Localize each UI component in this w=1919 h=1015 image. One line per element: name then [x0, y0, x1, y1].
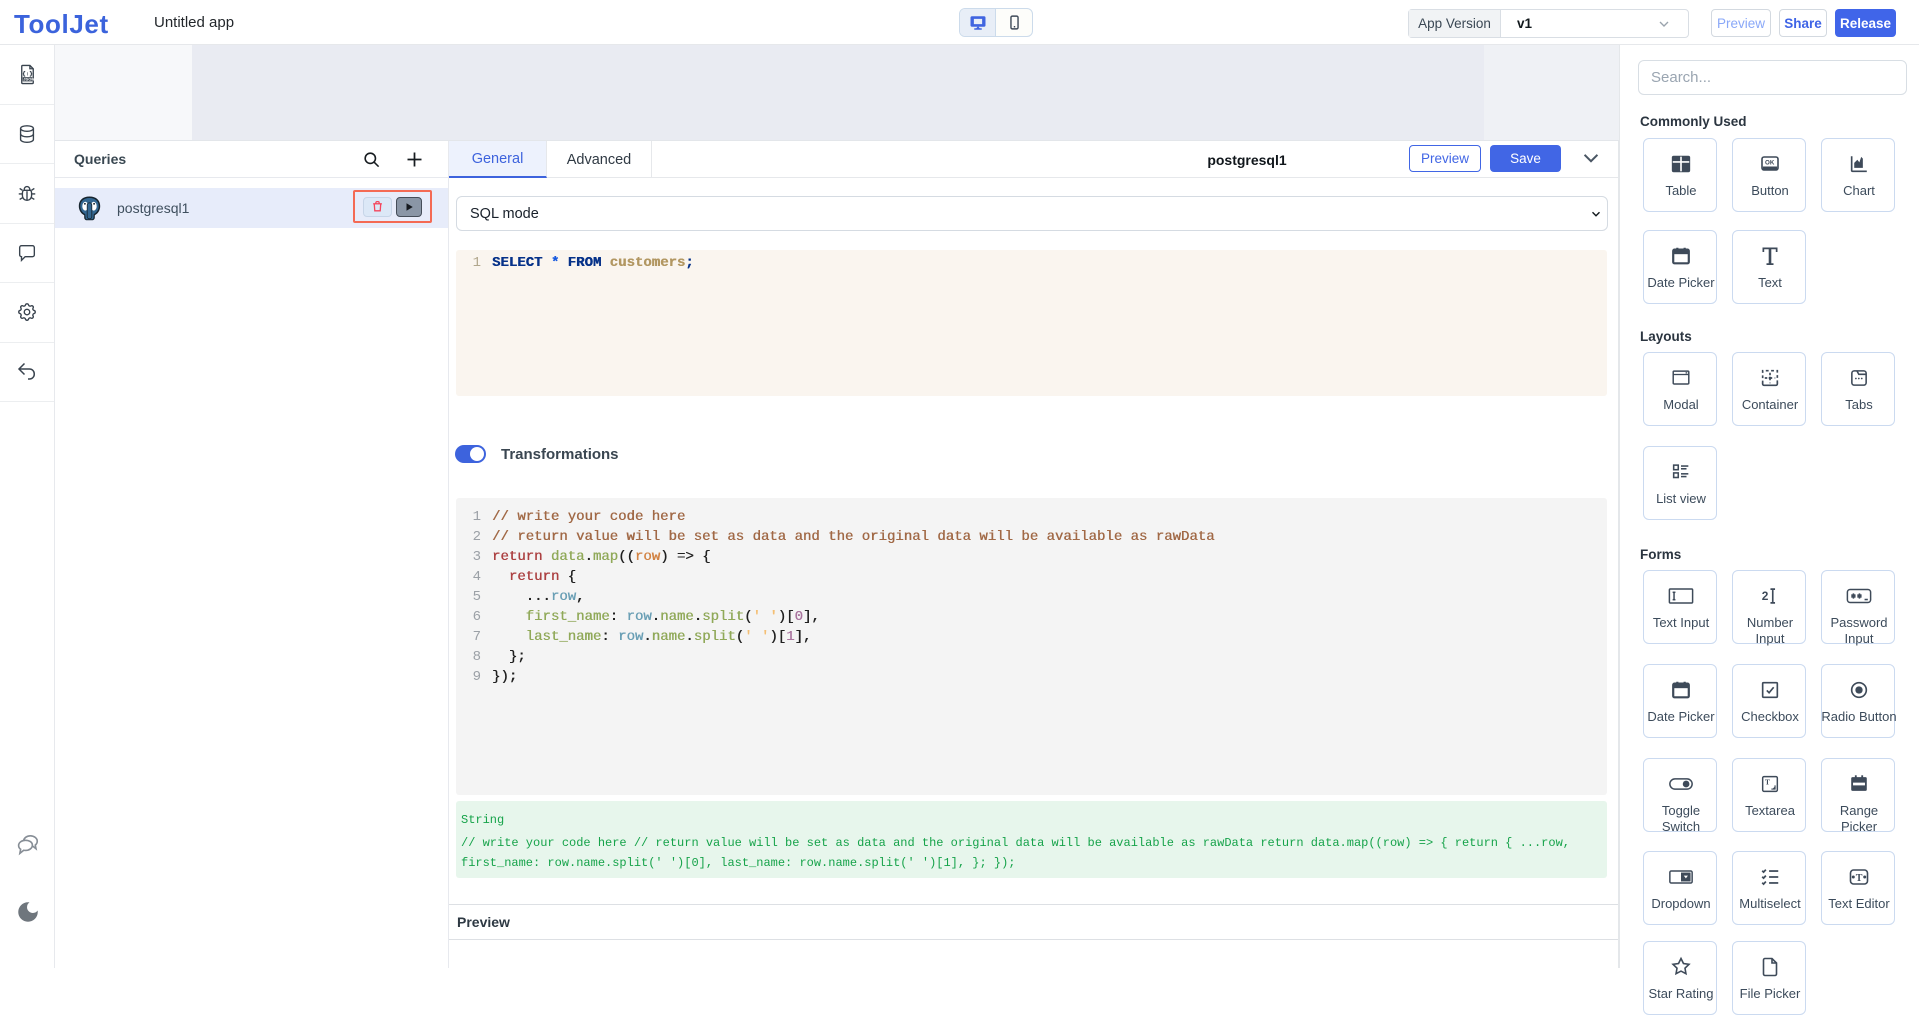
svg-text:OK: OK	[1765, 159, 1775, 166]
svg-text:2: 2	[1762, 589, 1769, 603]
svg-text:JSON: JSON	[23, 76, 34, 81]
svg-text:T: T	[1765, 777, 1770, 786]
svg-text:T: T	[1856, 873, 1863, 884]
